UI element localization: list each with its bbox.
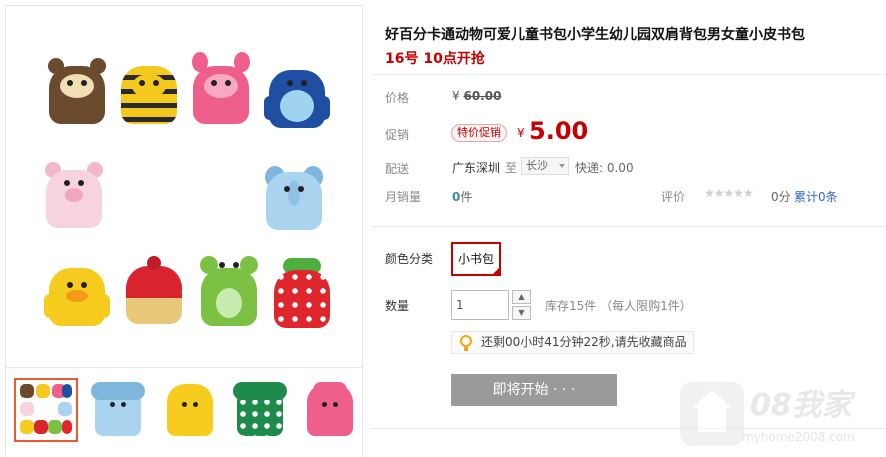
promo-label: 促销: [385, 128, 410, 142]
rabbit-backpack: [188, 52, 254, 128]
rating-label: 评价: [661, 190, 686, 204]
pig-backpack: [41, 156, 107, 232]
house-logo-icon: [680, 382, 744, 446]
monthly-sales-value: 0件: [452, 188, 472, 205]
lightbulb-icon: [460, 335, 472, 351]
promo-currency: ¥: [517, 126, 525, 140]
quantity-decrease-button[interactable]: ▼: [512, 306, 531, 320]
ship-to-label: 至: [505, 161, 518, 175]
chevron-up-icon: ▲: [518, 292, 525, 301]
site-watermark: 08我家 myhome2008.com: [680, 376, 880, 456]
review-count-link[interactable]: 累计0条: [794, 188, 838, 205]
product-title: 好百分卡通动物可爱儿童书包小学生幼儿园双肩背包男女童小皮书包: [385, 27, 805, 43]
quantity-increase-button[interactable]: ▲: [512, 290, 531, 304]
color-option-selected[interactable]: 小书包: [451, 242, 501, 276]
rating-score: 0分: [771, 190, 791, 204]
frog-backpack: [196, 254, 262, 330]
monthly-sales-unit: 件: [460, 190, 473, 204]
price-label: 价格: [385, 91, 410, 105]
original-currency: ¥: [452, 89, 460, 103]
shipping-fee: 快递: 0.00: [575, 161, 634, 175]
duck-backpack: [44, 254, 110, 330]
product-gallery: [5, 5, 363, 457]
quantity-label: 数量: [385, 299, 410, 313]
thumbnail-1[interactable]: [14, 378, 78, 442]
rating-stars-icon: ★★★★★: [704, 186, 754, 200]
thumbnail-strip: [6, 378, 362, 448]
shipping-label: 配送: [385, 162, 410, 176]
coming-soon-button[interactable]: 即将开始 · · ·: [451, 374, 617, 406]
color-category-label: 颜色分类: [385, 252, 434, 266]
penguin-backpack: [264, 56, 330, 132]
cake-backpack: [121, 252, 187, 328]
monkey-backpack: [44, 52, 110, 128]
promo-tag-badge: 特价促销: [451, 124, 507, 142]
destination-city-select[interactable]: 长沙: [521, 157, 569, 175]
quantity-input[interactable]: 1: [451, 290, 509, 320]
destination-city-value: 长沙: [526, 159, 548, 172]
thumbnail-2[interactable]: [86, 378, 150, 442]
original-price: ¥ 60.00: [452, 89, 501, 103]
promo-price: 5.00: [529, 117, 589, 145]
watermark-url: myhome2008.com: [742, 430, 855, 444]
selected-check-icon: [491, 266, 501, 276]
monthly-sales-label: 月销量: [385, 190, 422, 204]
elephant-backpack: [261, 158, 327, 234]
strawberry-backpack: [269, 256, 335, 332]
watermark-text: 08我家: [750, 388, 852, 423]
thumbnail-3[interactable]: [158, 378, 222, 442]
chevron-down-icon: ▼: [518, 308, 525, 317]
countdown-notice: 还剩00小时41分钟22秒,请先收藏商品: [451, 331, 694, 354]
original-price-value: 60.00: [463, 89, 502, 103]
product-subtitle: 16号 10点开抢: [385, 51, 485, 67]
color-option-label: 小书包: [457, 252, 494, 266]
thumbnail-4[interactable]: [228, 378, 292, 442]
bee-backpack: [116, 52, 182, 128]
countdown-text: 还剩00小时41分钟22秒,请先收藏商品: [481, 335, 687, 349]
section-divider: [372, 226, 886, 227]
stock-info: 库存15件 （每人限购1件）: [545, 299, 692, 313]
chevron-down-icon: [559, 164, 565, 168]
main-product-image: [6, 6, 362, 368]
thumbnail-5[interactable]: [298, 378, 362, 442]
ship-from: 广东深圳: [452, 161, 501, 175]
